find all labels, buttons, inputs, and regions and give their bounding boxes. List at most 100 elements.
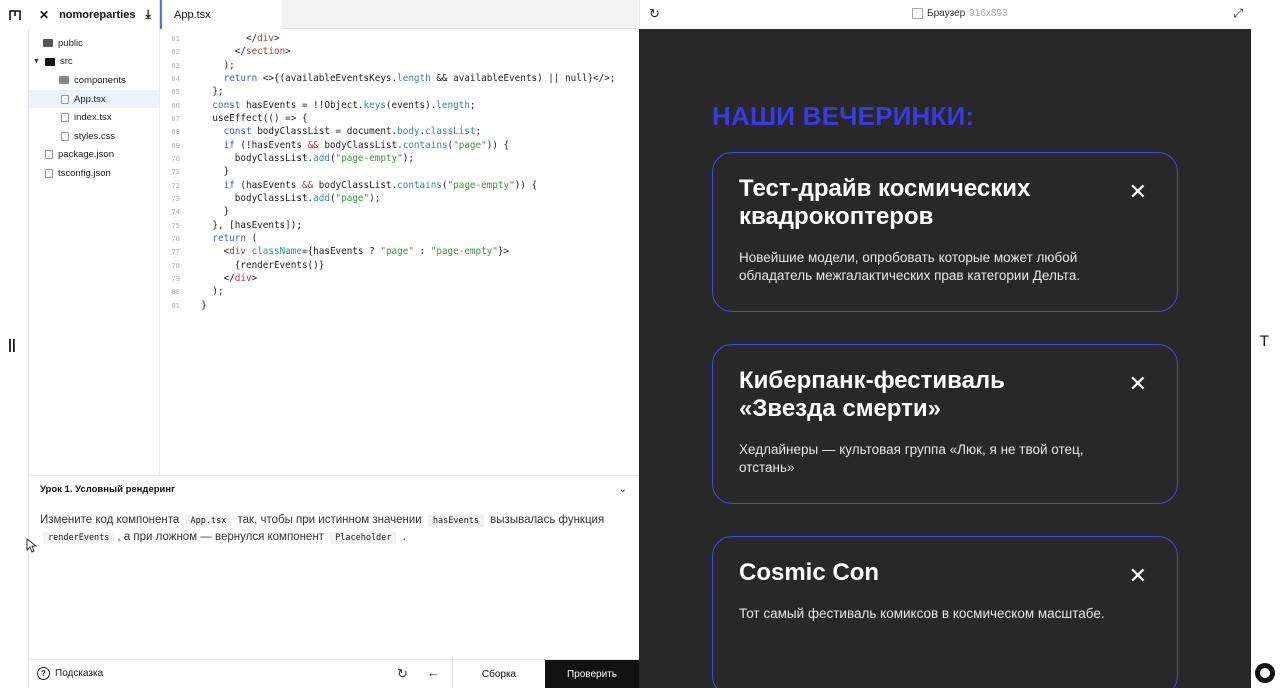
- tree-item-src[interactable]: ▼ src: [29, 53, 159, 72]
- line-number: 68: [171, 127, 180, 137]
- reset-icon[interactable]: ↻: [397, 666, 408, 682]
- lesson-text: Измените код компонента App.tsx так, что…: [40, 512, 620, 546]
- code-text: </div>: [190, 33, 280, 45]
- tree-item-label: src: [60, 56, 73, 68]
- code-line[interactable]: 61 </div>: [160, 32, 639, 45]
- code-line[interactable]: 67 useEffect(() => {: [160, 112, 639, 125]
- code-line[interactable]: 75 }, [hasEvents]);: [160, 219, 639, 232]
- code-line[interactable]: 69 if (!hasEvents && bodyClassList.conta…: [160, 139, 639, 152]
- code-line[interactable]: 62 </section>: [160, 45, 639, 58]
- chevron-down-icon[interactable]: ⌄: [619, 484, 627, 495]
- right-rail: T: [1251, 0, 1280, 688]
- hint-button[interactable]: ? Подсказка: [37, 667, 103, 680]
- line-number: 72: [171, 180, 180, 190]
- event-description: Хедлайнеры — культовая группа «Люк, я не…: [739, 442, 1084, 475]
- line-number: 78: [171, 260, 180, 270]
- lesson-text-part: .: [402, 531, 406, 543]
- tree-item-label: package.json: [58, 149, 114, 161]
- code-line[interactable]: 66 const hasEvents = !!Object.keys(event…: [160, 99, 639, 112]
- code-line[interactable]: 76 return (: [160, 232, 639, 245]
- mouse-cursor-icon: [26, 538, 38, 553]
- code-line[interactable]: 78 {renderEvents()}: [160, 259, 639, 272]
- code-text: bodyClassList.add("page");: [190, 193, 381, 205]
- close-icon[interactable]: ✕: [1129, 179, 1147, 205]
- download-icon[interactable]: ⤓: [145, 7, 150, 22]
- code-line[interactable]: 79 </div>: [160, 272, 639, 285]
- code-line[interactable]: 74 }: [160, 205, 639, 218]
- code-text: );: [190, 59, 235, 71]
- inline-code: Placeholder: [330, 532, 397, 544]
- browser-viewport: НАШИ ВЕЧЕРИНКИ: Тест-драйв космических к…: [639, 29, 1251, 688]
- tree-item-styles-css[interactable]: styles.css: [29, 127, 159, 146]
- code-editor[interactable]: 61 </div> 62 </section> 63 ); 64 return <>{…: [160, 29, 639, 475]
- tree-item-label: styles.css: [74, 130, 116, 142]
- tree-item-public[interactable]: public: [29, 34, 159, 53]
- chat-icon[interactable]: [1255, 663, 1275, 683]
- tree-item-components[interactable]: components: [29, 71, 159, 90]
- lesson-panel: Урок 1. Условный рендеринг ⌄ Измените ко…: [29, 475, 639, 659]
- code-text: if (!hasEvents && bodyClassList.contains…: [223, 139, 510, 151]
- page-heading: НАШИ ВЕЧЕРИНКИ:: [712, 101, 975, 131]
- editor-tabs: ✕ nomoreparties ⤓ App.tsx: [29, 0, 639, 29]
- close-icon[interactable]: ✕: [39, 8, 49, 22]
- event-card: Киберпанк-фестиваль «Звезда смерти» Хедл…: [712, 344, 1178, 504]
- code-text: }: [190, 206, 230, 218]
- code-line[interactable]: 64 return <>{(availableEventsKeys.length…: [160, 72, 639, 85]
- browser-header: ↻ Браузер 916x893 ⤢: [639, 0, 1251, 29]
- event-description: Тот самый фестиваль комиксов в космическ…: [739, 606, 1105, 621]
- tree-item-package-json[interactable]: package.json: [29, 146, 159, 165]
- code-text: if (hasEvents && bodyClassList.contains(…: [223, 179, 538, 191]
- tree-item-tsconfig-json[interactable]: tsconfig.json: [29, 164, 159, 183]
- line-number: 69: [171, 140, 180, 150]
- code-line[interactable]: 77 <div className={hasEvents ? "page" : …: [160, 245, 639, 258]
- text-tool-icon[interactable]: T: [1260, 334, 1269, 350]
- close-icon[interactable]: ✕: [1129, 563, 1147, 589]
- code-text: );: [190, 286, 224, 298]
- event-title: Cosmic Con: [739, 559, 880, 586]
- code-line[interactable]: 68 const bodyClassList = document.body.c…: [160, 125, 639, 138]
- lesson-title[interactable]: Урок 1. Условный рендеринг: [29, 476, 639, 503]
- event-card: Тест-драйв космических квадрокоптеров Но…: [712, 152, 1178, 312]
- tab-project[interactable]: ✕ nomoreparties ⤓: [29, 0, 160, 29]
- event-description: Новейшие модели, опробовать которые може…: [739, 250, 1081, 283]
- file-icon: [61, 131, 69, 141]
- caret-down-icon[interactable]: ▼: [33, 58, 40, 65]
- code-line[interactable]: 80 );: [160, 285, 639, 298]
- logo-icon: [0, 0, 29, 29]
- line-number: 80: [171, 287, 180, 297]
- tab-app-tsx[interactable]: App.tsx: [160, 0, 282, 29]
- line-number: 74: [171, 207, 180, 217]
- hint-label: Подсказка: [55, 668, 104, 679]
- project-name: nomoreparties: [59, 8, 136, 21]
- file-icon: [45, 168, 53, 178]
- code-line[interactable]: 70 bodyClassList.add("page-empty");: [160, 152, 639, 165]
- file-icon: [61, 94, 69, 104]
- build-button[interactable]: Сборка: [452, 660, 545, 688]
- close-icon[interactable]: ✕: [1129, 371, 1147, 397]
- line-number: 66: [171, 100, 180, 110]
- code-line[interactable]: 72 if (hasEvents && bodyClassList.contai…: [160, 179, 639, 192]
- code-line[interactable]: 81 }: [160, 299, 639, 312]
- left-rail: ||: [0, 0, 29, 688]
- event-card: Cosmic Con Тот самый фестиваль комиксов …: [712, 536, 1178, 688]
- tree-item-app-tsx[interactable]: App.tsx: [29, 89, 159, 109]
- code-line[interactable]: 65 };: [160, 85, 639, 98]
- expand-icon[interactable]: ⤢: [1233, 6, 1243, 21]
- check-button[interactable]: Проверить: [545, 660, 639, 688]
- code-line[interactable]: 73 bodyClassList.add("page");: [160, 192, 639, 205]
- lesson-text-part: вызывалась функция: [490, 514, 605, 526]
- code-line[interactable]: 71 }: [160, 165, 639, 178]
- inline-code: hasEvents: [427, 515, 484, 527]
- line-number: 75: [171, 220, 180, 230]
- code-text: </div>: [190, 273, 258, 285]
- code-text: };: [190, 86, 224, 98]
- line-number: 81: [171, 300, 180, 310]
- pause-icon[interactable]: ||: [8, 336, 16, 352]
- refresh-icon[interactable]: ↻: [649, 6, 660, 22]
- inline-code: renderEvents: [43, 532, 115, 544]
- line-number: 70: [171, 154, 180, 164]
- code-line[interactable]: 63 );: [160, 59, 639, 72]
- code-text: const hasEvents = !!Object.keys(events).…: [212, 99, 476, 111]
- arrow-left-icon[interactable]: ←: [427, 665, 440, 680]
- tree-item-index-tsx[interactable]: index.tsx: [29, 108, 159, 127]
